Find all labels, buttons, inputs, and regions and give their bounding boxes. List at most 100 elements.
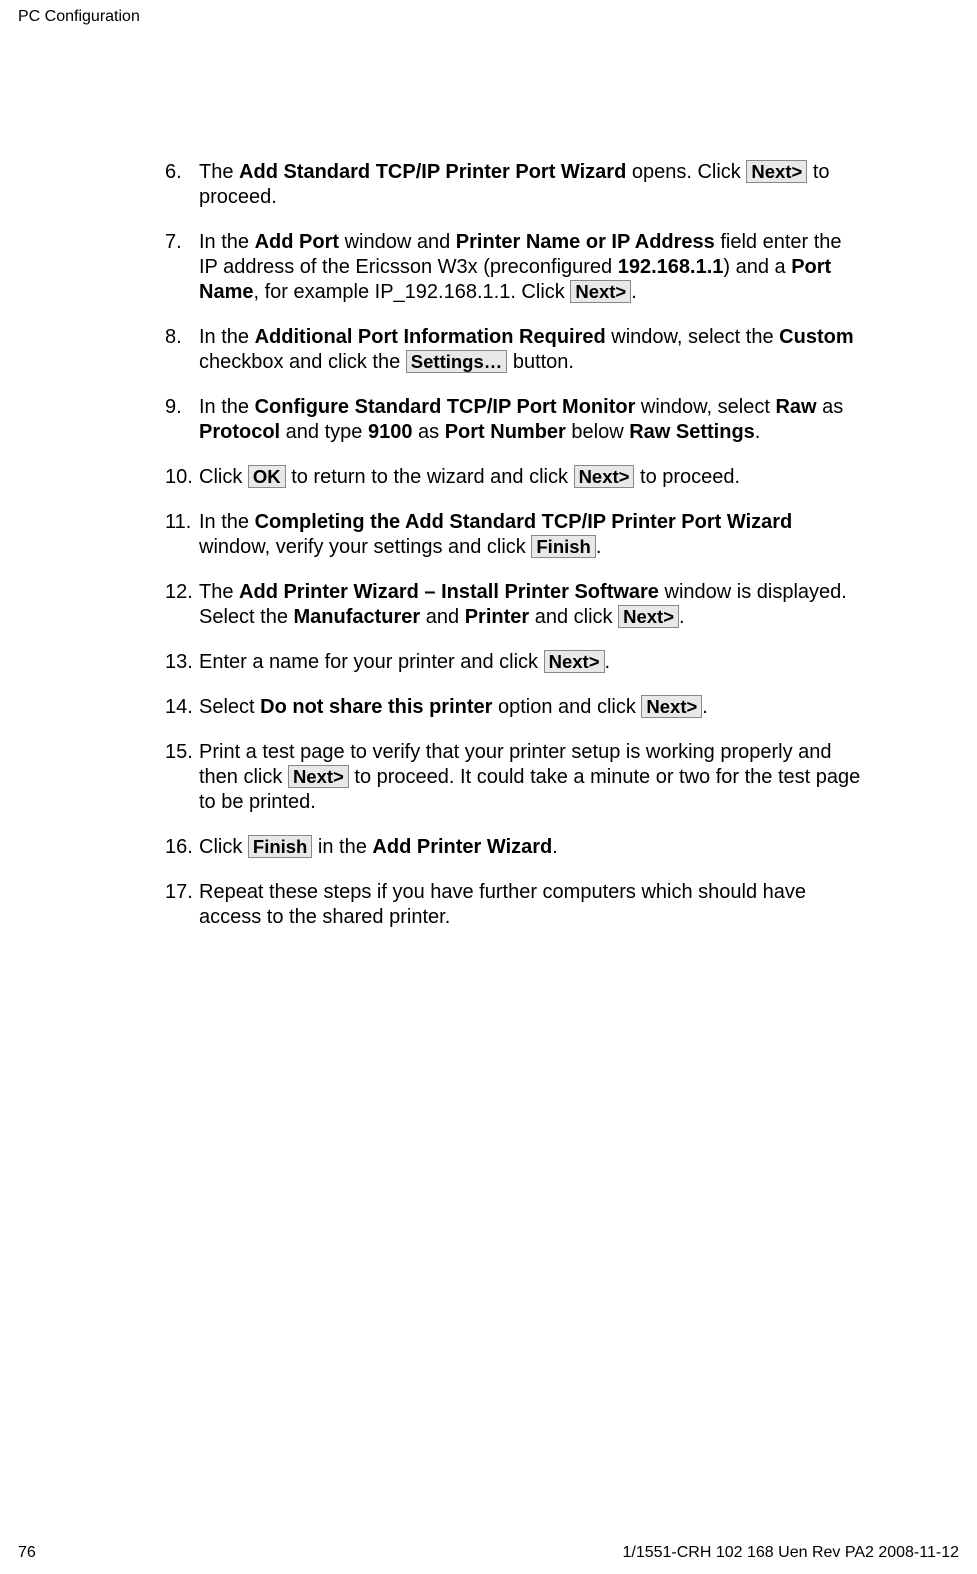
text: , for example IP_192.168.1.1. Click xyxy=(253,281,570,303)
text: . xyxy=(702,696,708,718)
bold-text: Printer Name or IP Address xyxy=(456,231,715,253)
bold-text: 192.168.1.1 xyxy=(618,256,724,278)
step-body: In the Additional Port Information Requi… xyxy=(199,325,865,375)
step-number: 10. xyxy=(165,465,199,490)
step-number: 7. xyxy=(165,230,199,305)
step-number: 11. xyxy=(165,510,199,560)
text: window and xyxy=(339,231,456,253)
step-body: The Add Printer Wizard – Install Printer… xyxy=(199,580,865,630)
step-15: 15. Print a test page to verify that you… xyxy=(165,740,865,815)
next-button[interactable]: Next> xyxy=(544,650,605,673)
text: as xyxy=(817,396,844,418)
step-number: 12. xyxy=(165,580,199,630)
bold-text: 9100 xyxy=(368,421,413,443)
next-button[interactable]: Next> xyxy=(288,765,349,788)
step-14: 14. Select Do not share this printer opt… xyxy=(165,695,865,720)
page: PC Configuration 6. The Add Standard TCP… xyxy=(0,0,977,1574)
page-number: 76 xyxy=(18,1544,36,1562)
bold-text: Configure Standard TCP/IP Port Monitor xyxy=(255,396,636,418)
text: In the xyxy=(199,511,255,533)
page-footer: 76 1/1551-CRH 102 168 Uen Rev PA2 2008-1… xyxy=(18,1544,959,1562)
text: and xyxy=(420,606,464,628)
text: . xyxy=(755,421,761,443)
text: Enter a name for your printer and click xyxy=(199,651,544,673)
step-9: 9. In the Configure Standard TCP/IP Port… xyxy=(165,395,865,445)
step-11: 11. In the Completing the Add Standard T… xyxy=(165,510,865,560)
bold-text: Printer xyxy=(465,606,529,628)
finish-button[interactable]: Finish xyxy=(531,535,595,558)
text: In the xyxy=(199,326,255,348)
text: . xyxy=(679,606,685,628)
text: below xyxy=(566,421,629,443)
step-body: In the Add Port window and Printer Name … xyxy=(199,230,865,305)
text: and type xyxy=(280,421,368,443)
bold-text: Add Standard TCP/IP Printer Port Wizard xyxy=(239,161,626,183)
bold-text: Raw Settings xyxy=(629,421,755,443)
bold-text: Custom xyxy=(779,326,853,348)
bold-text: Raw xyxy=(775,396,816,418)
text: window, select xyxy=(635,396,775,418)
bold-text: Add Printer Wizard – Install Printer Sof… xyxy=(239,581,659,603)
step-body: In the Configure Standard TCP/IP Port Mo… xyxy=(199,395,865,445)
step-8: 8. In the Additional Port Information Re… xyxy=(165,325,865,375)
step-17: 17. Repeat these steps if you have furth… xyxy=(165,880,865,930)
text: to return to the wizard and click xyxy=(286,466,574,488)
bold-text: Port Number xyxy=(445,421,566,443)
text: ) and a xyxy=(723,256,791,278)
step-body: Repeat these steps if you have further c… xyxy=(199,880,865,930)
step-6: 6. The Add Standard TCP/IP Printer Port … xyxy=(165,160,865,210)
text: . xyxy=(596,536,602,558)
step-number: 6. xyxy=(165,160,199,210)
step-body: Click Finish in the Add Printer Wizard. xyxy=(199,835,865,860)
text: to proceed. xyxy=(634,466,740,488)
text: . xyxy=(631,281,637,303)
text: option and click xyxy=(492,696,641,718)
text: in the xyxy=(312,836,372,858)
step-13: 13. Enter a name for your printer and cl… xyxy=(165,650,865,675)
document-reference: 1/1551-CRH 102 168 Uen Rev PA2 2008-11-1… xyxy=(622,1544,959,1562)
bold-text: Additional Port Information Required xyxy=(255,326,606,348)
next-button[interactable]: Next> xyxy=(641,695,702,718)
step-number: 13. xyxy=(165,650,199,675)
text: Click xyxy=(199,466,248,488)
step-10: 10. Click OK to return to the wizard and… xyxy=(165,465,865,490)
step-body: Click OK to return to the wizard and cli… xyxy=(199,465,865,490)
bold-text: Add Port xyxy=(255,231,339,253)
step-body: The Add Standard TCP/IP Printer Port Wiz… xyxy=(199,160,865,210)
step-body: Enter a name for your printer and click … xyxy=(199,650,865,675)
page-header: PC Configuration xyxy=(18,8,140,26)
bold-text: Add Printer Wizard xyxy=(372,836,552,858)
next-button[interactable]: Next> xyxy=(570,280,631,303)
text: In the xyxy=(199,231,255,253)
settings-button[interactable]: Settings… xyxy=(406,350,507,373)
text: Select xyxy=(199,696,260,718)
bold-text: Protocol xyxy=(199,421,280,443)
next-button[interactable]: Next> xyxy=(574,465,635,488)
ok-button[interactable]: OK xyxy=(248,465,286,488)
bold-text: Completing the Add Standard TCP/IP Print… xyxy=(255,511,793,533)
text: button. xyxy=(507,351,574,373)
content-area: 6. The Add Standard TCP/IP Printer Port … xyxy=(165,160,865,950)
text: The xyxy=(199,581,239,603)
text: window, verify your settings and click xyxy=(199,536,531,558)
text: as xyxy=(412,421,444,443)
text: . xyxy=(552,836,558,858)
text: The xyxy=(199,161,239,183)
step-7: 7. In the Add Port window and Printer Na… xyxy=(165,230,865,305)
step-number: 9. xyxy=(165,395,199,445)
next-button[interactable]: Next> xyxy=(746,160,807,183)
text: . xyxy=(605,651,611,673)
text: opens. Click xyxy=(626,161,746,183)
step-number: 17. xyxy=(165,880,199,930)
text: and click xyxy=(529,606,618,628)
text: Click xyxy=(199,836,248,858)
finish-button[interactable]: Finish xyxy=(248,835,312,858)
step-number: 8. xyxy=(165,325,199,375)
text: In the xyxy=(199,396,255,418)
step-12: 12. The Add Printer Wizard – Install Pri… xyxy=(165,580,865,630)
text: Repeat these steps if you have further c… xyxy=(199,881,806,928)
step-body: Select Do not share this printer option … xyxy=(199,695,865,720)
bold-text: Do not share this printer xyxy=(260,696,492,718)
step-body: Print a test page to verify that your pr… xyxy=(199,740,865,815)
next-button[interactable]: Next> xyxy=(618,605,679,628)
